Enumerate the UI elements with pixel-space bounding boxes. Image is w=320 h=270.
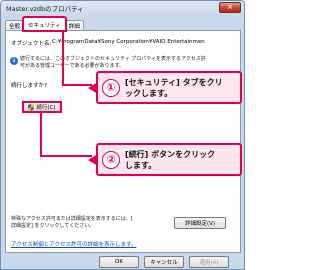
- continue-button[interactable]: 続行(C): [22, 101, 62, 113]
- object-name-label: オブジェクト名:: [11, 41, 52, 47]
- close-icon: ×: [227, 3, 233, 11]
- special-line: 詳細設定] をクリックしてください。: [11, 222, 95, 229]
- tab-label: セキュリティ: [28, 22, 61, 29]
- uac-shield-icon: [28, 103, 35, 111]
- tab-security[interactable]: セキュリティ: [22, 16, 67, 32]
- access-control-link[interactable]: アクセス制御とアクセス許可の詳細を表示します。: [11, 240, 136, 248]
- object-name-row: オブジェクト名: C:¥ProgramData¥Sony Corporation…: [11, 39, 205, 47]
- callout-line: [続行] ボタンをクリック: [125, 149, 216, 159]
- window-title: Master.vzdbのプロパティ: [6, 5, 84, 13]
- callout-line: します。: [125, 160, 157, 170]
- properties-window: Master.vzdbのプロパティ × 全般 セキュリティ 詳細 オブジェクト名…: [0, 0, 245, 270]
- cancel-button[interactable]: キャンセル: [144, 256, 184, 268]
- tab-label: 詳細: [68, 24, 80, 30]
- advanced-button[interactable]: 詳細設定(V): [174, 217, 226, 229]
- info-text: 続行するには、このオブジェクトのセキュリティ プロパティを表示するアクセス許 可…: [20, 56, 242, 69]
- continue-button-label: 続行(C): [36, 105, 56, 111]
- title-bar: Master.vzdbのプロパティ ×: [1, 1, 244, 15]
- close-button[interactable]: ×: [219, 2, 241, 13]
- callout-text: [セキュリティ] タブをクリ ックします。: [125, 77, 223, 99]
- tab-label: 全般: [9, 24, 21, 30]
- special-permissions-text: 特殊なアクセス許可または詳細設定を表示するには、[ 詳細設定] をクリックしてく…: [11, 216, 171, 229]
- step-number-badge: ②: [102, 150, 120, 169]
- callout-pointer-line: [62, 29, 64, 85]
- callout-line: [セキュリティ] タブをクリ: [125, 77, 223, 87]
- ok-button[interactable]: OK: [99, 256, 139, 268]
- continue-question: 続行しますか?: [11, 83, 47, 89]
- apply-button[interactable]: 適用(A): [189, 256, 229, 268]
- callout-step-2: ② [続行] ボタンをクリック します。: [88, 143, 242, 176]
- callout-pointer-line: [40, 113, 42, 156]
- callout-step-1: ① [セキュリティ] タブをクリ ックします。: [88, 71, 242, 104]
- callout-pointer-line: [40, 155, 92, 157]
- callout-line: ックします。: [125, 88, 173, 98]
- info-icon: i: [10, 57, 18, 65]
- tab-strip: 全般 セキュリティ 詳細: [5, 16, 84, 32]
- callout-text: [続行] ボタンをクリック します。: [125, 149, 215, 171]
- info-line: 可がある管理ユーザーである必要があります。: [20, 62, 125, 69]
- object-name-value: C:¥ProgramData¥Sony Corporation¥VAIO Ent…: [52, 39, 205, 45]
- callout-pointer-line: [62, 84, 92, 86]
- step-number-badge: ①: [102, 78, 120, 97]
